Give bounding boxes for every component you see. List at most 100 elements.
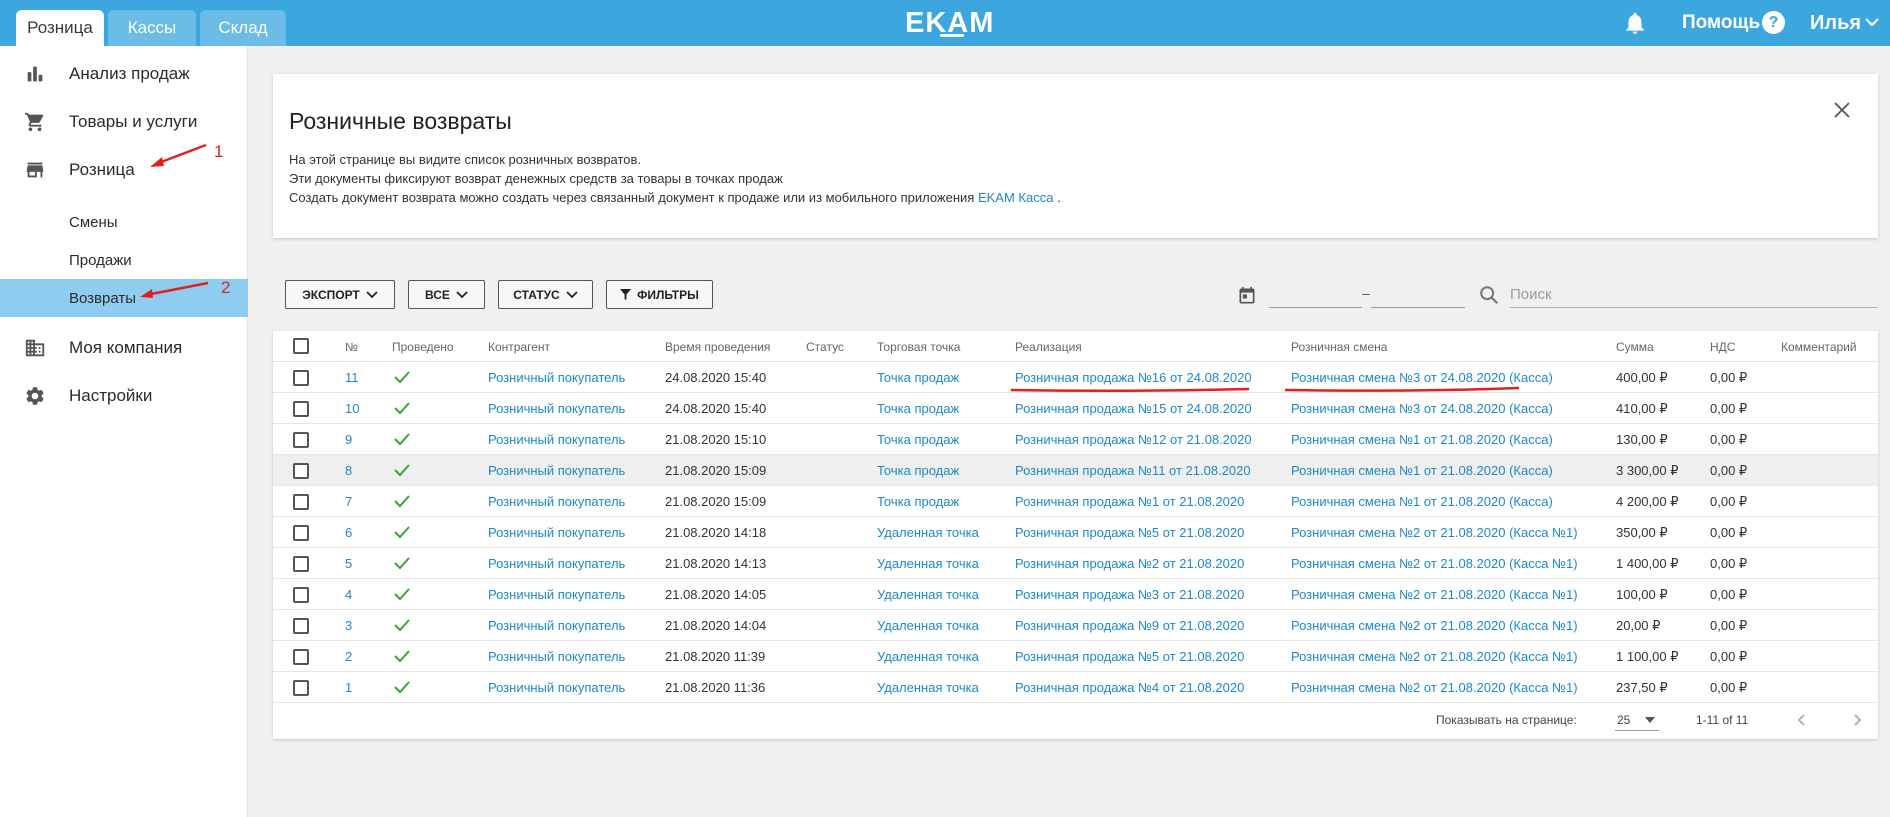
help-link[interactable]: Помощь: [1682, 12, 1760, 34]
table-row[interactable]: 9 Розничный покупатель 21.08.2020 15:10 Точ…: [273, 424, 1878, 455]
date-from-input[interactable]: [1269, 284, 1362, 308]
status-filter-button[interactable]: СТАТУС: [498, 280, 593, 309]
cell-shift[interactable]: Розничная смена №3 от 24.08.2020 (Касса): [1291, 401, 1553, 416]
row-checkbox[interactable]: [293, 401, 309, 417]
sidebar-item-my-company[interactable]: Моя компания: [0, 326, 248, 370]
row-checkbox[interactable]: [293, 463, 309, 479]
search-input[interactable]: [1510, 282, 1878, 308]
cell-sale[interactable]: Розничная продажа №2 от 21.08.2020: [1015, 556, 1244, 571]
table-row[interactable]: 4 Розничный покупатель 21.08.2020 14:05 Уда…: [273, 579, 1878, 610]
chevron-right-icon[interactable]: [1850, 713, 1864, 727]
table-row[interactable]: 1 Розничный покупатель 21.08.2020 11:36 Уда…: [273, 672, 1878, 703]
cell-shift[interactable]: Розничная смена №2 от 21.08.2020 (Касса …: [1291, 649, 1578, 664]
table-row[interactable]: 10 Розничный покупатель 24.08.2020 15:40 То…: [273, 393, 1878, 424]
row-checkbox[interactable]: [293, 618, 309, 634]
cell-number[interactable]: 8: [345, 463, 352, 478]
cell-partner[interactable]: Розничный покупатель: [488, 463, 625, 478]
sidebar-item-settings[interactable]: Настройки: [0, 374, 248, 418]
cell-shift[interactable]: Розничная смена №2 от 21.08.2020 (Касса …: [1291, 587, 1578, 602]
column-header-comment[interactable]: Комментарий: [1781, 340, 1857, 354]
cell-number[interactable]: 2: [345, 649, 352, 664]
column-header-number[interactable]: №: [345, 340, 358, 354]
cell-number[interactable]: 11: [345, 370, 359, 385]
cell-partner[interactable]: Розничный покупатель: [488, 370, 625, 385]
cell-point[interactable]: Удаленная точка: [877, 618, 979, 633]
cell-sale[interactable]: Розничная продажа №9 от 21.08.2020: [1015, 618, 1244, 633]
cell-number[interactable]: 1: [345, 680, 352, 695]
filters-button[interactable]: ФИЛЬТРЫ: [606, 280, 713, 309]
table-row[interactable]: 8 Розничный покупатель 21.08.2020 15:09 Точ…: [273, 455, 1878, 486]
cell-partner[interactable]: Розничный покупатель: [488, 494, 625, 509]
tab-registers[interactable]: Кассы: [108, 10, 196, 46]
all-filter-button[interactable]: ВСЕ: [408, 280, 485, 309]
row-checkbox[interactable]: [293, 494, 309, 510]
tab-warehouse[interactable]: Склад: [200, 10, 286, 46]
ekam-kassa-link[interactable]: EKAM Касса: [978, 190, 1054, 205]
row-checkbox[interactable]: [293, 587, 309, 603]
cell-point[interactable]: Точка продаж: [877, 463, 959, 478]
cell-partner[interactable]: Розничный покупатель: [488, 649, 625, 664]
table-row[interactable]: 6 Розничный покупатель 21.08.2020 14:18 Уда…: [273, 517, 1878, 548]
export-button[interactable]: ЭКСПОРТ: [285, 280, 395, 309]
cell-shift[interactable]: Розничная смена №2 от 21.08.2020 (Касса …: [1291, 525, 1578, 540]
cell-shift[interactable]: Розничная смена №1 от 21.08.2020 (Касса): [1291, 494, 1553, 509]
date-to-input[interactable]: [1371, 284, 1465, 308]
cell-sale[interactable]: Розничная продажа №4 от 21.08.2020: [1015, 680, 1244, 695]
row-checkbox[interactable]: [293, 370, 309, 386]
cell-point[interactable]: Удаленная точка: [877, 525, 979, 540]
cell-number[interactable]: 9: [345, 432, 352, 447]
cell-sale[interactable]: Розничная продажа №5 от 21.08.2020: [1015, 649, 1244, 664]
cell-partner[interactable]: Розничный покупатель: [488, 556, 625, 571]
row-checkbox[interactable]: [293, 649, 309, 665]
chevron-left-icon[interactable]: [1795, 713, 1809, 727]
sidebar-item-goods[interactable]: Товары и услуги: [0, 100, 248, 144]
cell-point[interactable]: Точка продаж: [877, 494, 959, 509]
cell-number[interactable]: 3: [345, 618, 352, 633]
column-header-posted[interactable]: Проведено: [392, 340, 454, 354]
cell-number[interactable]: 4: [345, 587, 352, 602]
cell-shift[interactable]: Розничная смена №2 от 21.08.2020 (Касса …: [1291, 556, 1578, 571]
rows-per-page-select[interactable]: 25: [1615, 703, 1659, 731]
row-checkbox[interactable]: [293, 680, 309, 696]
cell-point[interactable]: Точка продаж: [877, 401, 959, 416]
table-row[interactable]: 5 Розничный покупатель 21.08.2020 14:13 Уда…: [273, 548, 1878, 579]
sidebar-item-retail[interactable]: Розница: [0, 148, 248, 192]
cell-partner[interactable]: Розничный покупатель: [488, 525, 625, 540]
column-header-shift[interactable]: Розничная смена: [1291, 340, 1387, 354]
cell-partner[interactable]: Розничный покупатель: [488, 432, 625, 447]
cell-sale[interactable]: Розничная продажа №12 от 21.08.2020: [1015, 432, 1252, 447]
cell-shift[interactable]: Розничная смена №1 от 21.08.2020 (Касса): [1291, 432, 1553, 447]
column-header-sale[interactable]: Реализация: [1015, 340, 1082, 354]
help-icon[interactable]: ?: [1762, 11, 1785, 34]
cell-number[interactable]: 6: [345, 525, 352, 540]
cell-partner[interactable]: Розничный покупатель: [488, 587, 625, 602]
column-header-sum[interactable]: Сумма: [1616, 340, 1654, 354]
sidebar-subitem-returns[interactable]: Возвраты: [0, 279, 248, 317]
cell-sale[interactable]: Розничная продажа №16 от 24.08.2020: [1015, 370, 1252, 385]
row-checkbox[interactable]: [293, 432, 309, 448]
cell-point[interactable]: Удаленная точка: [877, 587, 979, 602]
row-checkbox[interactable]: [293, 556, 309, 572]
user-menu[interactable]: Илья: [1810, 12, 1861, 35]
cell-partner[interactable]: Розничный покупатель: [488, 618, 625, 633]
column-header-status[interactable]: Статус: [806, 340, 844, 354]
cell-sale[interactable]: Розничная продажа №1 от 21.08.2020: [1015, 494, 1244, 509]
cell-number[interactable]: 5: [345, 556, 352, 571]
sidebar-subitem-shifts[interactable]: Смены: [0, 203, 248, 241]
cell-sale[interactable]: Розничная продажа №11 от 21.08.2020: [1015, 463, 1251, 478]
cell-point[interactable]: Удаленная точка: [877, 649, 979, 664]
cell-sale[interactable]: Розничная продажа №3 от 21.08.2020: [1015, 587, 1244, 602]
sidebar-item-sales-analysis[interactable]: Анализ продаж: [0, 52, 248, 96]
cell-shift[interactable]: Розничная смена №1 от 21.08.2020 (Касса): [1291, 463, 1553, 478]
table-row[interactable]: 3 Розничный покупатель 21.08.2020 14:04 Уда…: [273, 610, 1878, 641]
cell-point[interactable]: Удаленная точка: [877, 556, 979, 571]
cell-shift[interactable]: Розничная смена №3 от 24.08.2020 (Касса): [1291, 370, 1553, 385]
bell-icon[interactable]: [1622, 10, 1648, 36]
table-row[interactable]: 7 Розничный покупатель 21.08.2020 15:09 Точ…: [273, 486, 1878, 517]
cell-shift[interactable]: Розничная смена №2 от 21.08.2020 (Касса …: [1291, 618, 1578, 633]
cell-shift[interactable]: Розничная смена №2 от 21.08.2020 (Касса …: [1291, 680, 1578, 695]
chevron-down-icon[interactable]: [1864, 16, 1880, 28]
column-header-point[interactable]: Торговая точка: [877, 340, 960, 354]
sidebar-subitem-sales[interactable]: Продажи: [0, 241, 248, 279]
cell-partner[interactable]: Розничный покупатель: [488, 401, 625, 416]
